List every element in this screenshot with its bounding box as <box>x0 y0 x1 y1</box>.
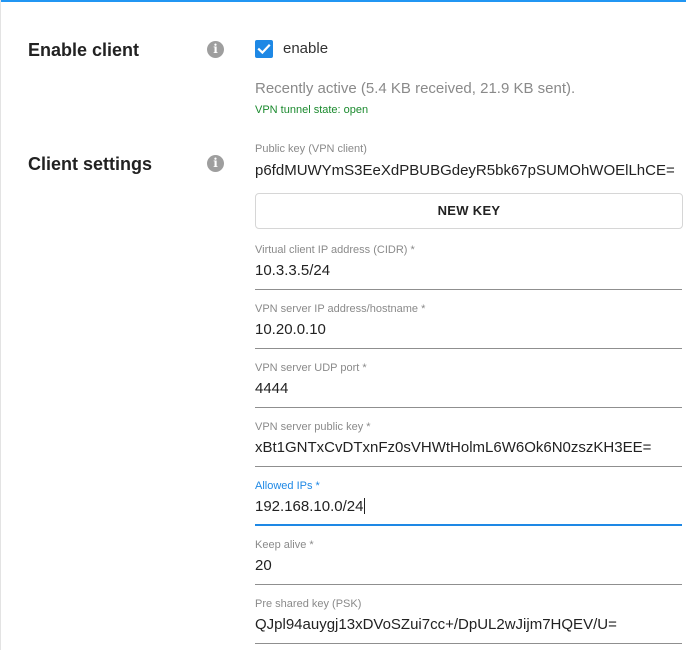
psk-label: Pre shared key (PSK) <box>255 598 362 610</box>
keep-alive-input[interactable]: 20 <box>255 557 272 574</box>
client-ip-input[interactable]: 10.3.3.5/24 <box>255 262 330 279</box>
server-host-field[interactable]: VPN server IP address/hostname * 10.20.0… <box>255 303 682 351</box>
server-port-field[interactable]: VPN server UDP port * 4444 <box>255 362 682 410</box>
field-underline <box>255 348 682 349</box>
allowed-ips-value: 192.168.10.0/24 <box>255 498 364 515</box>
field-underline <box>255 407 682 408</box>
info-icon[interactable]: i <box>207 155 224 172</box>
public-key-label: Public key (VPN client) <box>255 143 367 155</box>
allowed-ips-input[interactable]: 192.168.10.0/24 <box>255 498 366 515</box>
field-underline <box>255 643 682 644</box>
client-ip-label: Virtual client IP address (CIDR) * <box>255 244 415 256</box>
server-public-key-input[interactable]: xBt1GNTxCvDTxnFz0sVHWtHolmL6W6Ok6N0zszKH… <box>255 439 651 456</box>
field-underline <box>255 466 682 467</box>
keep-alive-field[interactable]: Keep alive * 20 <box>255 539 682 587</box>
psk-input[interactable]: QJpl94auygj13xDVoSZui7cc+/DpUL2wJijm7HQE… <box>255 616 617 633</box>
psk-field[interactable]: Pre shared key (PSK) QJpl94auygj13xDVoSZ… <box>255 598 682 646</box>
checkmark-icon <box>257 44 271 55</box>
allowed-ips-label: Allowed IPs * <box>255 480 320 492</box>
tunnel-state: VPN tunnel state: open <box>255 104 369 116</box>
server-port-label: VPN server UDP port * <box>255 362 367 374</box>
enable-checkbox-label[interactable]: enable <box>283 40 328 57</box>
info-icon[interactable]: i <box>207 41 224 58</box>
allowed-ips-field[interactable]: Allowed IPs * 192.168.10.0/24 <box>255 480 682 528</box>
enable-checkbox[interactable] <box>255 40 273 58</box>
keep-alive-label: Keep alive * <box>255 539 314 551</box>
vpn-client-settings-page: Enable client i enable Recently active (… <box>0 0 686 650</box>
server-public-key-field[interactable]: VPN server public key * xBt1GNTxCvDTxnFz… <box>255 421 682 469</box>
public-key-value: p6fdMUWYmS3EeXdPBUBGdeyR5bk67pSUMOhWOElL… <box>255 162 675 179</box>
field-underline <box>255 584 682 585</box>
top-accent-rule <box>0 0 686 2</box>
server-port-input[interactable]: 4444 <box>255 380 288 397</box>
server-host-label: VPN server IP address/hostname * <box>255 303 426 315</box>
new-key-button[interactable]: NEW KEY <box>255 193 683 229</box>
text-caret <box>364 498 366 514</box>
server-host-input[interactable]: 10.20.0.10 <box>255 321 326 338</box>
left-border <box>0 0 1 650</box>
activity-status: Recently active (5.4 KB received, 21.9 K… <box>255 80 576 97</box>
client-settings-title: Client settings <box>28 154 153 174</box>
enable-client-title: Enable client <box>28 40 140 60</box>
server-public-key-label: VPN server public key * <box>255 421 371 433</box>
client-ip-field[interactable]: Virtual client IP address (CIDR) * 10.3.… <box>255 244 682 292</box>
field-underline-focused <box>255 524 682 526</box>
field-underline <box>255 289 682 290</box>
